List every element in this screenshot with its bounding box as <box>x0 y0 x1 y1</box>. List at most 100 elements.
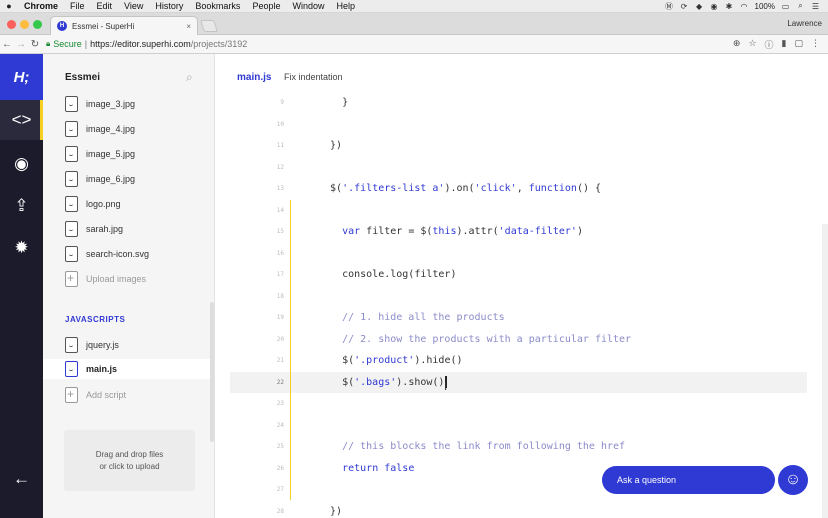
code-line[interactable]: 24 <box>215 415 815 437</box>
address-bar-actions: ⊕ ☆ ⓘ ▮ ▢ ⋮ <box>733 38 828 51</box>
file-item[interactable]: image_5.jpg <box>65 144 135 164</box>
code-line[interactable]: 22 $('.bags').show() <box>230 371 807 393</box>
apple-icon[interactable]: ● <box>0 1 18 11</box>
spotlight-icon[interactable]: ⌕ <box>796 1 805 11</box>
status-bluetooth-icon[interactable]: ✱ <box>725 2 734 11</box>
line-number: 14 <box>276 206 284 214</box>
url-path: /projects/3192 <box>190 39 248 49</box>
file-item[interactable]: image_3.jpg <box>65 94 135 114</box>
code-line[interactable]: 14 <box>215 200 815 222</box>
menu-window[interactable]: Window <box>286 1 330 11</box>
zoom-window-icon[interactable] <box>33 20 42 29</box>
extension-box-icon[interactable]: ▢ <box>794 38 803 51</box>
status-search-icon[interactable]: ◉ <box>710 2 719 11</box>
eye-icon[interactable]: ◉ <box>0 144 43 184</box>
fix-indentation-button[interactable]: Fix indentation <box>284 72 343 82</box>
extension-icon[interactable]: ⓘ <box>765 38 774 51</box>
menu-file[interactable]: File <box>64 1 91 11</box>
line-number: 26 <box>276 464 284 472</box>
menu-history[interactable]: History <box>149 1 189 11</box>
code-text: return false <box>342 462 415 474</box>
zoom-icon[interactable]: ⊕ <box>733 38 741 51</box>
status-wifi-icon[interactable]: ◠ <box>740 2 749 11</box>
reload-icon[interactable]: ↻ <box>28 39 42 50</box>
file-item[interactable]: sarah.jpg <box>65 219 123 239</box>
menu-edit[interactable]: Edit <box>91 1 119 11</box>
url-field[interactable]: 🔒︎ Secure | https://editor.superhi.com/p… <box>46 39 733 49</box>
lock-icon: 🔒︎ <box>46 39 51 48</box>
tab-close-icon[interactable]: × <box>186 22 191 31</box>
code-text: $('.product').hide() <box>318 355 463 367</box>
notification-icon[interactable]: ☰ <box>811 2 820 11</box>
code-area[interactable]: 9 } 10 11 }) 12 13 $('.filters-list a').on('… <box>215 97 828 518</box>
file-sidebar: Essmei ⌕ image_3.jpg image_4.jpg image_5… <box>43 54 215 518</box>
file-item[interactable]: image_4.jpg <box>65 119 135 139</box>
smiley-chat-icon[interactable]: ☺ <box>778 465 808 495</box>
sidebar-scrollbar[interactable] <box>210 302 214 442</box>
profile-name[interactable]: Lawrence <box>787 19 822 28</box>
bookmark-star-icon[interactable]: ☆ <box>748 38 756 51</box>
status-sync-icon[interactable]: ⟳ <box>680 2 689 11</box>
code-line[interactable]: 20 // 2. show the products with a partic… <box>215 329 815 351</box>
code-line[interactable]: 18 <box>215 286 815 308</box>
file-item[interactable]: search-icon.svg <box>65 244 149 264</box>
script-item-active[interactable]: main.js <box>43 359 210 379</box>
menu-view[interactable]: View <box>118 1 149 11</box>
code-line[interactable]: 17 console.log(filter) <box>215 264 815 286</box>
file-dropzone[interactable]: Drag and drop files or click to upload <box>64 430 195 491</box>
code-line[interactable]: 9 } <box>215 92 815 114</box>
editor-scrollbar[interactable] <box>822 224 828 518</box>
code-line[interactable]: 25 // this blocks the link from followin… <box>215 436 815 458</box>
upload-images-button[interactable]: Upload images <box>65 269 146 289</box>
battery-icon[interactable]: ▭ <box>781 2 790 11</box>
menu-people[interactable]: People <box>246 1 286 11</box>
line-number: 16 <box>276 249 284 257</box>
script-item[interactable]: jquery.js <box>65 335 119 355</box>
code-line[interactable]: 11 }) <box>215 135 815 157</box>
menu-bookmarks[interactable]: Bookmarks <box>189 1 246 11</box>
back-arrow-icon[interactable]: ← <box>0 459 43 499</box>
minimize-window-icon[interactable] <box>20 20 29 29</box>
open-file-name: main.js <box>237 72 272 83</box>
battery-percent: 100% <box>754 1 775 11</box>
line-number: 9 <box>280 99 284 107</box>
add-script-button[interactable]: Add script <box>65 385 126 405</box>
line-number: 11 <box>276 142 284 150</box>
line-number: 23 <box>276 400 284 408</box>
ask-question-button[interactable]: Ask a question <box>602 466 775 494</box>
browser-tab[interactable]: H Essmei - SuperHi × <box>50 16 198 35</box>
code-line[interactable]: 16 <box>215 243 815 265</box>
code-line[interactable]: 15 var filter = $(this).attr('data-filte… <box>215 221 815 243</box>
gear-icon[interactable]: ✹ <box>0 228 43 268</box>
close-window-icon[interactable] <box>7 20 16 29</box>
fold-guide <box>290 200 291 500</box>
code-line[interactable]: 28 }) <box>215 501 815 518</box>
code-text: // 2. show the products with a particula… <box>318 333 632 345</box>
file-item[interactable]: image_6.jpg <box>65 169 135 189</box>
code-line[interactable]: 19 // 1. hide all the products <box>215 307 815 329</box>
image-file-icon <box>65 146 78 162</box>
code-line[interactable]: 12 <box>215 157 815 179</box>
forward-icon[interactable]: → <box>14 39 28 50</box>
code-line[interactable]: 10 <box>215 114 815 136</box>
code-icon[interactable]: <> <box>0 100 43 140</box>
menu-chrome[interactable]: Chrome <box>18 1 64 11</box>
secure-label: Secure <box>53 39 82 49</box>
search-icon[interactable]: ⌕ <box>186 70 193 85</box>
chrome-menu-icon[interactable]: ⋮ <box>811 38 820 51</box>
status-drop-icon[interactable]: ◆ <box>695 2 704 11</box>
superhi-logo[interactable]: H; <box>0 54 43 100</box>
menu-help[interactable]: Help <box>330 1 361 11</box>
code-line[interactable]: 23 <box>215 393 815 415</box>
status-m-icon[interactable]: Ⓜ <box>665 2 674 11</box>
code-line[interactable]: 13 $('.filters-list a').on('click', func… <box>215 178 815 200</box>
section-javascripts: JAVASCRIPTS <box>65 315 126 324</box>
new-tab-button[interactable] <box>200 20 218 32</box>
back-icon[interactable]: ← <box>0 39 14 50</box>
line-number: 18 <box>276 292 284 300</box>
line-number: 21 <box>276 357 284 365</box>
extension-bar-icon[interactable]: ▮ <box>782 38 787 51</box>
upload-icon[interactable]: ⇪ <box>0 186 43 226</box>
code-line[interactable]: 21 $('.product').hide() <box>215 350 815 372</box>
file-item[interactable]: logo.png <box>65 194 121 214</box>
